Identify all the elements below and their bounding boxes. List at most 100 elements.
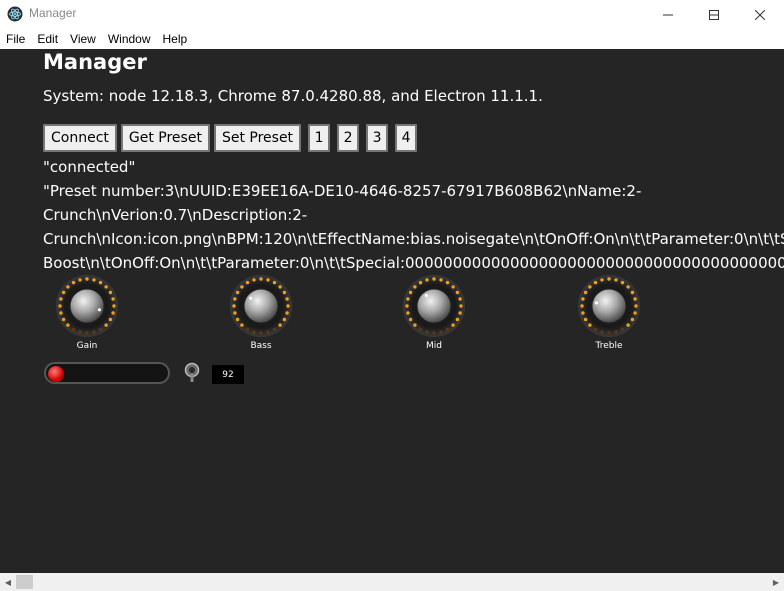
knob-led <box>626 323 630 327</box>
knob-led <box>626 285 630 289</box>
knob-led <box>233 297 237 301</box>
knob-led <box>634 304 638 308</box>
knob-gain[interactable] <box>54 273 120 343</box>
knob-led <box>607 277 611 281</box>
knob-cap <box>591 288 627 324</box>
knob-led <box>233 311 237 315</box>
connect-button[interactable]: Connect <box>43 124 117 152</box>
knob-led <box>630 290 635 295</box>
knob-led <box>413 323 417 327</box>
toolbar: Connect Get Preset Set Preset 1 2 3 4 <box>43 124 424 152</box>
knob-led <box>278 285 282 289</box>
knob-led <box>432 331 436 335</box>
log-line: Crunch\nIcon:icon.png\nBPM:120\n\tEffect… <box>43 230 784 248</box>
knob-led <box>252 330 256 334</box>
knob-label: Bass <box>250 341 272 351</box>
knob-led <box>59 297 63 301</box>
knob-led <box>111 297 115 301</box>
knob-led <box>108 317 113 322</box>
preset-1-button[interactable]: 1 <box>308 124 331 152</box>
knob-indicator <box>594 301 598 305</box>
knob-mid[interactable] <box>401 273 467 343</box>
knob-led <box>232 304 236 308</box>
knob-led <box>111 311 115 315</box>
preset-4-button[interactable]: 4 <box>395 124 418 152</box>
level-slider[interactable] <box>44 362 170 384</box>
knob-cap <box>69 288 105 324</box>
menu-file[interactable]: File <box>0 32 31 46</box>
knob-cap <box>416 288 452 324</box>
knob-led <box>588 285 592 289</box>
preset-3-button[interactable]: 3 <box>366 124 389 152</box>
knob-led <box>252 278 256 282</box>
get-preset-button[interactable]: Get Preset <box>120 124 210 152</box>
system-info: System: node 12.18.3, Chrome 87.0.4280.8… <box>43 87 543 105</box>
preset-2-button[interactable]: 2 <box>337 124 360 152</box>
knob-led <box>445 280 450 285</box>
knob-led <box>614 330 618 334</box>
knob-led <box>583 290 588 295</box>
page-title: Manager <box>43 50 147 74</box>
knob-led <box>282 317 287 322</box>
knob-led <box>259 331 263 335</box>
scroll-right-icon[interactable]: ▶ <box>768 573 784 591</box>
knob-led <box>272 327 277 332</box>
knob-led <box>406 297 410 301</box>
knob-led <box>439 330 443 334</box>
knob-led <box>408 290 413 295</box>
knob-led <box>600 330 604 334</box>
knob-led <box>588 323 592 327</box>
knob-led <box>104 323 108 327</box>
knob-led <box>108 290 113 295</box>
knob-led <box>85 277 89 281</box>
knob-led <box>66 323 70 327</box>
knob-treble[interactable] <box>576 273 642 343</box>
knob-label: Gain <box>76 341 98 351</box>
minimize-button-2[interactable] <box>645 0 691 29</box>
knob-led <box>104 285 108 289</box>
knob-led <box>455 317 460 322</box>
electron-icon <box>7 6 23 22</box>
close-button[interactable] <box>737 0 783 29</box>
log-line: "Preset number:3\nUUID:E39EE16A-DE10-464… <box>43 182 642 200</box>
knob-led <box>580 304 584 308</box>
knob-led <box>406 311 410 315</box>
set-preset-button[interactable]: Set Preset <box>213 124 302 152</box>
knob-indicator <box>97 308 101 312</box>
knob-led <box>285 297 289 301</box>
menu-bar: File Edit View Window Help <box>0 29 784 49</box>
menu-window[interactable]: Window <box>102 32 157 46</box>
knob-led <box>593 280 598 285</box>
knob-led <box>112 304 116 308</box>
knob-led <box>439 278 443 282</box>
knob-led <box>240 323 244 327</box>
menu-view[interactable]: View <box>64 32 102 46</box>
knob-led <box>459 304 463 308</box>
knob-label: Mid <box>426 341 442 351</box>
knob-led <box>282 290 287 295</box>
scroll-thumb[interactable] <box>16 575 33 589</box>
knob-led <box>581 297 585 301</box>
knob-bass[interactable] <box>228 273 294 343</box>
knob-led <box>259 277 263 281</box>
horizontal-scrollbar[interactable]: ◀ ▶ <box>0 573 784 591</box>
knob-led <box>85 331 89 335</box>
menu-edit[interactable]: Edit <box>31 32 64 46</box>
knob-led <box>92 330 96 334</box>
toggle-switch-icon[interactable] <box>183 362 201 384</box>
knob-led <box>432 277 436 281</box>
knob-led <box>451 285 455 289</box>
knob-led <box>61 290 66 295</box>
maximize-icon <box>709 9 719 20</box>
scroll-left-icon[interactable]: ◀ <box>0 573 16 591</box>
knob-led <box>633 311 637 315</box>
knob-led <box>633 297 637 301</box>
knob-led <box>78 278 82 282</box>
output-log: "connected" "Preset number:3\nUUID:E39EE… <box>43 155 784 275</box>
knob-led <box>235 290 240 295</box>
knob-led <box>451 323 455 327</box>
knob-led <box>266 330 270 334</box>
knob-led <box>458 311 462 315</box>
maximize-button[interactable] <box>691 0 737 29</box>
menu-help[interactable]: Help <box>157 32 194 46</box>
